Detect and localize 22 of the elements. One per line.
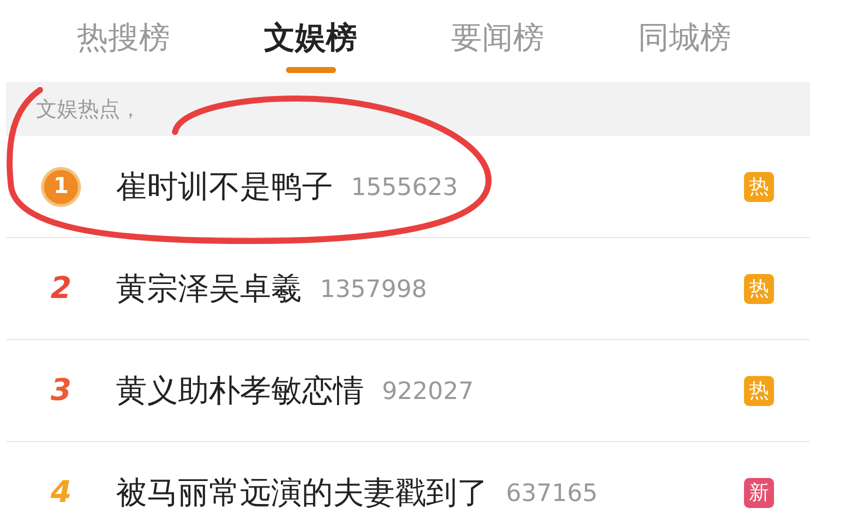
subtitle: 文娱热点，: [36, 96, 141, 123]
rank-medal: 1: [44, 170, 78, 204]
label-tag: 热: [744, 376, 774, 406]
heat-count: 1555623: [351, 172, 458, 200]
label-tag: 热: [744, 274, 774, 304]
heat-count: 1357998: [320, 274, 427, 302]
topic-title: 崔时训不是鸭子: [116, 168, 333, 206]
hot-search-row[interactable]: 3 黄义助朴孝敏恋情 922027 热: [6, 340, 810, 442]
topic-title: 被马丽常远演的夫妻戳到了: [116, 474, 488, 512]
rank-number: 4: [50, 475, 72, 510]
heat-count: 637165: [506, 478, 598, 506]
tab[interactable]: 文娱榜: [217, 9, 404, 73]
heat-count: 922027: [382, 376, 474, 404]
label-tag: 新: [744, 478, 774, 508]
hot-search-row[interactable]: 1 崔时训不是鸭子 1555623 热: [6, 136, 810, 238]
topic-title: 黄宗泽吴卓羲: [116, 270, 302, 308]
topic-title: 黄义助朴孝敏恋情: [116, 372, 364, 410]
rank-number: 3: [50, 373, 72, 408]
hot-search-row[interactable]: 4 被马丽常远演的夫妻戳到了 637165 新: [6, 442, 810, 524]
hot-search-row[interactable]: 2 黄宗泽吴卓羲 1357998 热: [6, 238, 810, 340]
label-tag: 热: [744, 172, 774, 202]
rank-number: 2: [50, 271, 72, 306]
